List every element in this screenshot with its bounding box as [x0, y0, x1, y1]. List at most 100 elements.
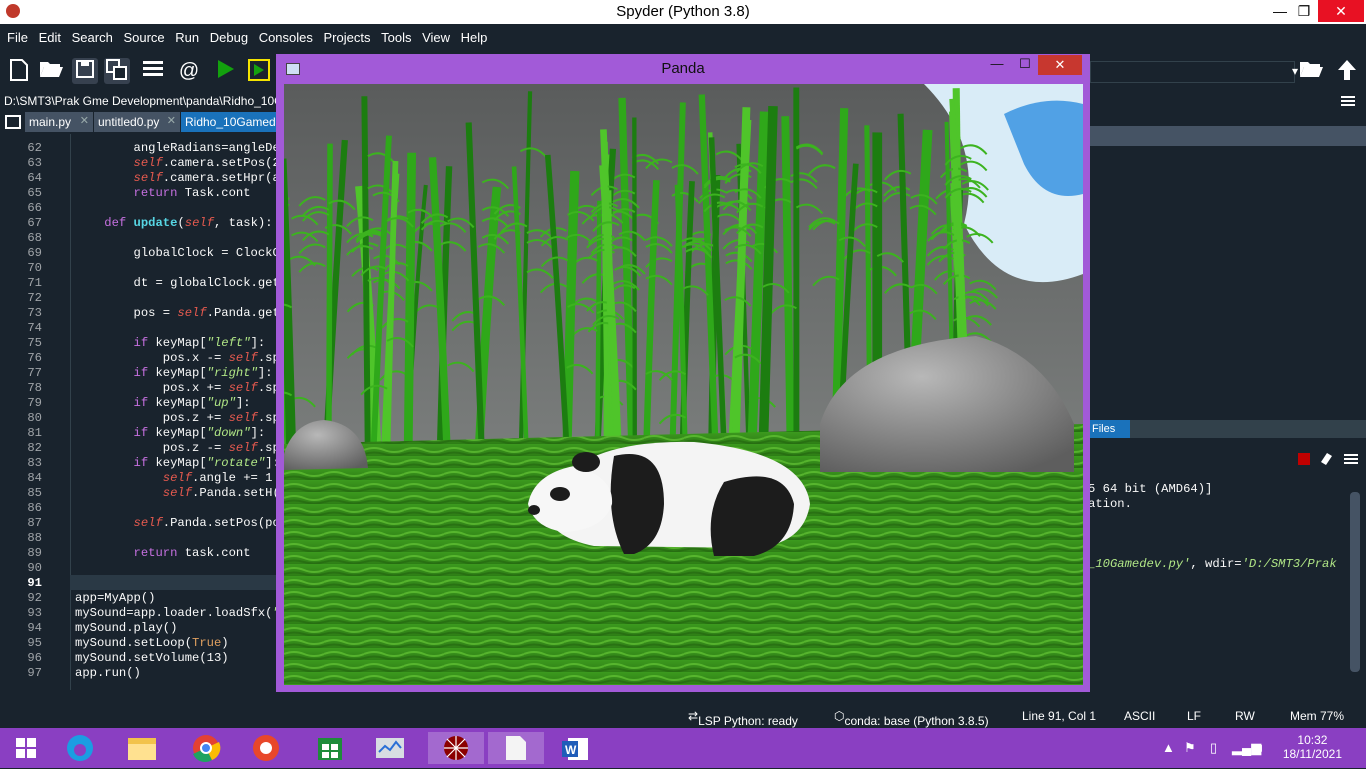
browse-tabs-icon[interactable]: [0, 112, 25, 132]
maximize-button[interactable]: ❐: [1286, 0, 1322, 22]
word-icon[interactable]: W: [554, 732, 598, 764]
network-icon[interactable]: ▂▄▆: [1232, 740, 1261, 756]
game-viewport[interactable]: [284, 84, 1083, 685]
chrome-icon[interactable]: [184, 732, 228, 764]
menu-search[interactable]: Search: [72, 24, 113, 45]
panda-minimize-button[interactable]: —: [984, 54, 1010, 74]
volume-icon[interactable]: 🔈︎: [1258, 740, 1266, 756]
save-icon[interactable]: [72, 58, 98, 84]
line-number: 66: [0, 201, 42, 215]
line-number: 73: [0, 306, 42, 320]
menu-projects[interactable]: Projects: [324, 24, 371, 45]
tab-close-icon[interactable]: ✕: [167, 114, 176, 127]
stop-kernel-icon[interactable]: [1298, 453, 1310, 465]
code-line: pos.z += self.spe: [75, 411, 287, 425]
file-explorer-icon[interactable]: [120, 732, 164, 764]
console-scrollbar[interactable]: [1350, 492, 1360, 672]
menu-edit[interactable]: Edit: [39, 24, 61, 45]
line-number: 80: [0, 411, 42, 425]
line-number-gutter: 6263646566676869707172737475767778798081…: [0, 134, 71, 690]
working-directory-combo[interactable]: [1090, 61, 1295, 83]
close-button[interactable]: ✕: [1318, 0, 1364, 22]
code-line: mySound.setVolume(13): [75, 651, 229, 665]
line-number: 78: [0, 381, 42, 395]
clear-console-icon[interactable]: [1318, 450, 1334, 471]
window-title: Spyder (Python 3.8): [0, 3, 1366, 20]
game-scene: [284, 84, 1083, 685]
panda-close-button[interactable]: ✕: [1038, 55, 1082, 75]
editor-tabs: main.py ✕ untitled0.py ✕ Ridho_10Gamedev: [0, 111, 280, 133]
console-line: ation.: [1088, 497, 1132, 511]
spyder-taskbar-icon[interactable]: [428, 732, 484, 764]
menu-file[interactable]: File: [7, 24, 28, 45]
svg-text:W: W: [565, 743, 577, 757]
line-number: 69: [0, 246, 42, 260]
code-line: mySound.play(): [75, 621, 177, 635]
parent-directory-icon[interactable]: [1334, 58, 1360, 84]
line-number: 77: [0, 366, 42, 380]
panda-window-taskbar-icon[interactable]: [488, 732, 544, 764]
at-icon[interactable]: @: [176, 58, 202, 84]
start-icon[interactable]: [4, 732, 48, 764]
open-file-icon[interactable]: [38, 58, 64, 84]
line-number: 76: [0, 351, 42, 365]
line-number: 68: [0, 231, 42, 245]
encoding-status: ASCII: [1124, 709, 1155, 723]
code-line: dt = globalClock.getD: [75, 276, 287, 290]
save-all-icon[interactable]: [104, 58, 130, 84]
tab-untitled0-py[interactable]: untitled0.py ✕: [94, 112, 181, 132]
current-line-highlight: [70, 575, 280, 590]
menu-help[interactable]: Help: [461, 24, 488, 45]
panda-window[interactable]: Panda — ☐ ✕: [276, 54, 1090, 692]
browse-folder-icon[interactable]: [1298, 58, 1324, 84]
line-number: 90: [0, 561, 42, 575]
tab-label: untitled0.py: [98, 115, 159, 129]
tab-close-icon[interactable]: ✕: [80, 114, 89, 127]
menu-tools[interactable]: Tools: [381, 24, 411, 45]
code-line: pos.z -= self.spe: [75, 441, 287, 455]
code-line: def update(self, task):: [75, 216, 273, 230]
code-line: self.Panda.setPos(pos: [75, 516, 287, 530]
file-path: D:\SMT3\Prak Gme Development\panda\Ridho…: [0, 92, 280, 110]
code-line: if keyMap["left"]:: [75, 336, 265, 350]
explorer-tabbar: Files: [1088, 420, 1366, 438]
outline-icon[interactable]: [140, 58, 166, 84]
edge-icon[interactable]: [58, 732, 102, 764]
line-number: 62: [0, 141, 42, 155]
tab-main-py[interactable]: main.py ✕: [25, 112, 94, 132]
tray-expand-icon[interactable]: ▲: [1162, 740, 1175, 755]
system-clock[interactable]: 10:32 18/11/2021: [1283, 733, 1342, 761]
line-number: 64: [0, 171, 42, 185]
code-editor[interactable]: 6263646566676869707172737475767778798081…: [0, 134, 280, 690]
flag-icon[interactable]: ⚑: [1184, 740, 1196, 756]
panda-maximize-button[interactable]: ☐: [1012, 54, 1038, 74]
menu-view[interactable]: View: [422, 24, 450, 45]
code-line: return task.cont: [75, 546, 251, 560]
run-cell-icon[interactable]: [246, 58, 272, 84]
tab-ridho-10gamedev[interactable]: Ridho_10Gamedev: [181, 112, 281, 132]
menu-consoles[interactable]: Consoles: [259, 24, 313, 45]
store-icon[interactable]: [308, 732, 352, 764]
task-manager-icon[interactable]: [368, 732, 412, 764]
console-options-icon[interactable]: [1344, 452, 1358, 470]
line-number: 85: [0, 486, 42, 500]
rw-status: RW: [1235, 709, 1255, 723]
pane-options-icon[interactable]: [1340, 94, 1356, 113]
line-number: 87: [0, 516, 42, 530]
code-line: angleRadians=angleDeg: [75, 141, 287, 155]
code-line: pos.x -= self.spe: [75, 351, 287, 365]
tab-files[interactable]: Files: [1088, 420, 1130, 438]
menu-run[interactable]: Run: [175, 24, 199, 45]
bamboo-stalk: [329, 144, 330, 464]
battery-icon[interactable]: ▯: [1210, 740, 1217, 756]
conda-status: ⬡ conda: base (Python 3.8.5): [834, 709, 844, 723]
menu-source[interactable]: Source: [123, 24, 164, 45]
run-icon[interactable]: [212, 58, 238, 84]
menu-debug[interactable]: Debug: [210, 24, 248, 45]
line-number: 81: [0, 426, 42, 440]
clock-date: 18/11/2021: [1283, 747, 1342, 761]
new-file-icon[interactable]: [6, 58, 32, 84]
line-number: 84: [0, 471, 42, 485]
panda-window-title: Panda: [276, 60, 1090, 77]
recorder-app-icon[interactable]: [244, 732, 288, 764]
